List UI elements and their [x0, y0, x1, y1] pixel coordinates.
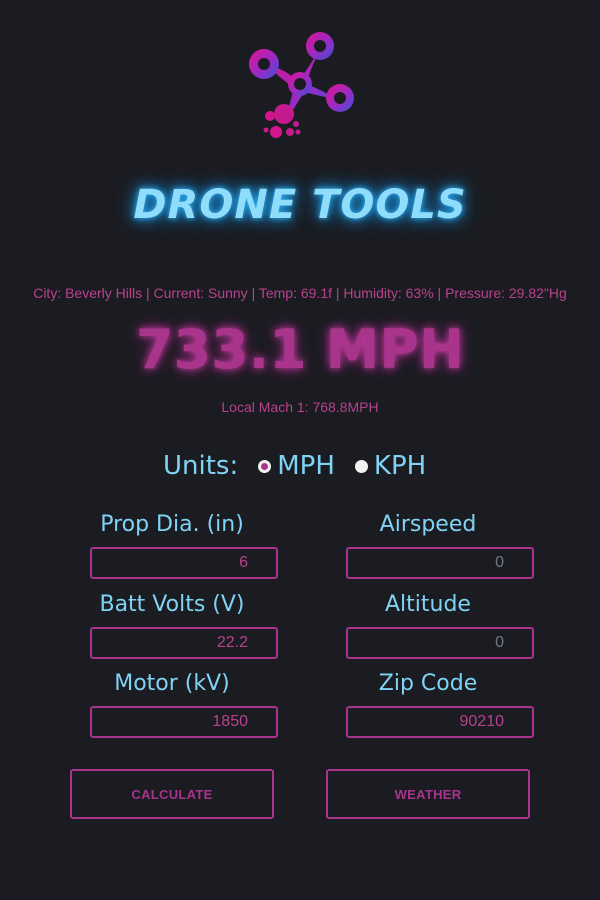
units-option-kph-label: KPH — [373, 451, 427, 481]
batt-volts-input[interactable] — [90, 627, 278, 659]
prop-dia-label: Prop Dia. (in) — [100, 512, 244, 537]
altitude-input[interactable] — [346, 627, 534, 659]
motor-kv-label: Motor (kV) — [114, 671, 230, 696]
speed-result: 733.1 MPH — [135, 318, 465, 381]
units-selector: Units: MPH KPH — [163, 448, 446, 484]
altitude-label: Altitude — [385, 592, 471, 617]
prop-dia-input[interactable] — [90, 547, 278, 579]
mach-result: Local Mach 1: 768.8MPH — [221, 399, 379, 415]
motor-kv-input[interactable] — [90, 706, 278, 738]
calculate-button[interactable]: CALCULATE — [70, 769, 274, 819]
airspeed-label: Airspeed — [379, 512, 477, 537]
radio-kph[interactable] — [354, 459, 368, 473]
zip-code-label: Zip Code — [378, 671, 478, 696]
drone-logo-icon — [249, 32, 354, 138]
app-title: DRONE TOOLS — [133, 182, 467, 228]
weather-summary: City: Beverly Hills | Current: Sunny | T… — [33, 285, 567, 301]
airspeed-input[interactable] — [346, 547, 534, 579]
units-option-mph[interactable]: MPH — [258, 451, 335, 481]
units-label: Units: — [163, 451, 239, 481]
weather-button[interactable]: WEATHER — [326, 769, 530, 819]
units-option-kph[interactable]: KPH — [354, 451, 427, 481]
batt-volts-label: Batt Volts (V) — [99, 592, 245, 617]
zip-code-input[interactable] — [346, 706, 534, 738]
units-option-mph-label: MPH — [277, 451, 335, 481]
radio-mph[interactable] — [258, 459, 272, 473]
